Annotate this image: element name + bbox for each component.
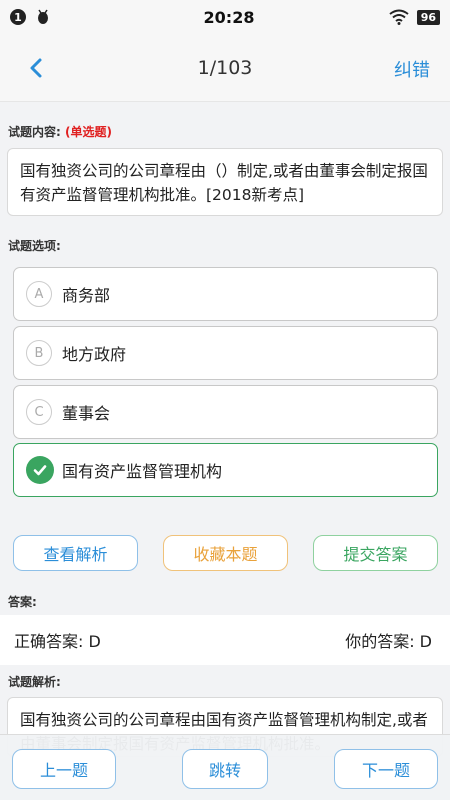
question-progress: 1/103 [197,56,253,79]
back-arrow-icon[interactable] [24,54,48,82]
option-letter-badge: B [26,340,52,366]
answer-heading: 答案: [8,595,37,609]
next-question-button[interactable]: 下一题 [334,749,438,789]
option-a[interactable]: A 商务部 [13,267,438,321]
option-letter-badge: C [26,399,52,425]
correct-answer: 正确答案: D [14,632,101,651]
top-nav-bar: 1/103 纠错 [0,34,450,102]
explanation-heading: 试题解析: [8,675,61,689]
options-heading: 试题选项: [8,239,61,253]
bottom-nav-bar: 上一题 跳转 下一题 [0,734,450,800]
android-debug-icon [38,9,48,24]
option-b[interactable]: B 地方政府 [13,326,438,380]
question-type-tag: (单选题) [65,125,112,139]
view-analysis-button[interactable]: 查看解析 [13,535,138,571]
previous-question-button[interactable]: 上一题 [12,749,116,789]
option-letter-badge: A [26,281,52,307]
wifi-icon [389,9,409,25]
option-text: 商务部 [62,286,111,305]
question-content-label: 试题内容: [8,125,61,139]
question-content-heading: 试题内容: (单选题) [8,123,112,140]
option-c[interactable]: C 董事会 [13,385,438,439]
option-d[interactable]: 国有资产监督管理机构 [13,443,438,497]
favorite-button[interactable]: 收藏本题 [163,535,288,571]
jump-button[interactable]: 跳转 [182,749,268,789]
notification-count-icon: 1 [10,9,26,25]
your-answer: 你的答案: D [345,632,432,651]
question-text: 国有独资公司的公司章程由（）制定,或者由董事会制定报国有资产监督管理机构批准。[… [7,148,443,216]
option-text: 地方政府 [62,345,127,364]
status-time: 20:28 [203,7,255,27]
option-text: 董事会 [62,404,111,423]
answer-row: 正确答案: D 你的答案: D [0,615,450,665]
status-bar: 1 20:28 96 [0,0,450,34]
submit-answer-button[interactable]: 提交答案 [313,535,438,571]
report-error-button[interactable]: 纠错 [394,56,430,82]
battery-icon: 96 [416,9,440,25]
checkmark-icon [26,456,54,484]
option-text: 国有资产监督管理机构 [62,462,223,481]
